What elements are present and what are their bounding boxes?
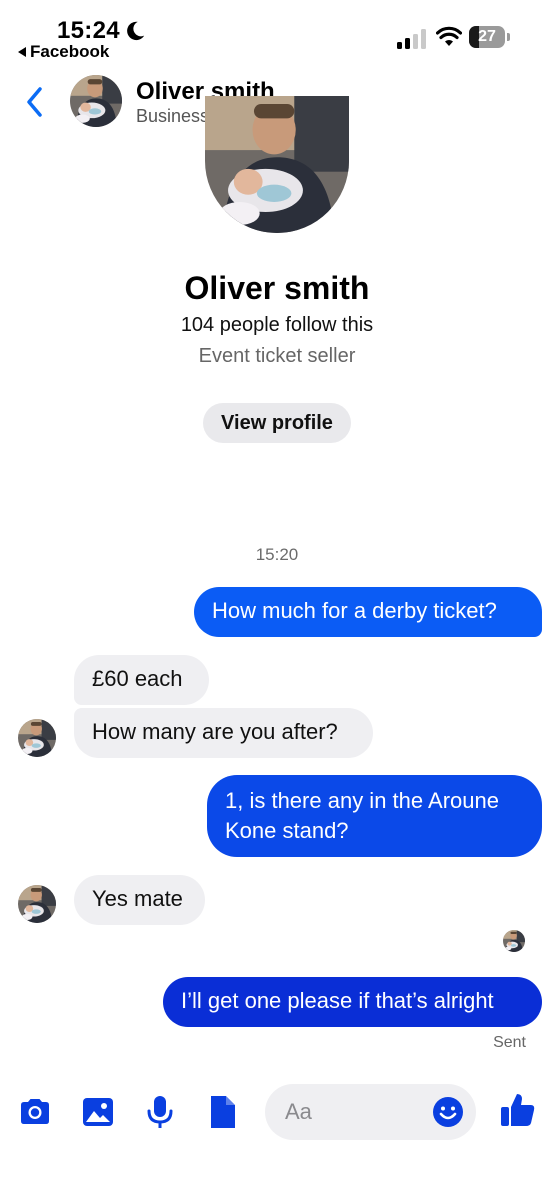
message-input-container[interactable]: [265, 1084, 476, 1140]
read-receipt-photo: [503, 930, 525, 952]
message-incoming[interactable]: How many are you after?: [74, 708, 373, 758]
home-indicator-area: [0, 1160, 554, 1200]
camera-icon[interactable]: [17, 1094, 53, 1130]
battery-cap: [507, 33, 510, 41]
thread-timestamp: 15:20: [255, 545, 299, 564]
battery-icon: 27: [469, 26, 511, 48]
profile-photo[interactable]: [205, 96, 349, 233]
avatar-photo: [70, 75, 122, 127]
read-receipt-avatar: [503, 930, 525, 952]
profile-followers: 104 people follow this: [180, 314, 374, 336]
message-incoming[interactable]: Yes mate: [74, 875, 205, 925]
back-app-label: Facebook: [30, 42, 110, 61]
signal-icon: [397, 29, 426, 49]
microphone-icon[interactable]: [142, 1094, 178, 1130]
document-icon[interactable]: [205, 1094, 241, 1130]
emoji-icon[interactable]: [432, 1096, 464, 1128]
sender-avatar-photo: [18, 719, 56, 757]
message-input[interactable]: [285, 1098, 425, 1126]
profile-description: Event ticket seller: [198, 345, 356, 367]
back-chevron-icon[interactable]: [22, 84, 48, 120]
header-avatar[interactable]: [70, 75, 122, 127]
battery-level: 27: [478, 28, 496, 45]
view-profile-button[interactable]: View profile: [203, 403, 351, 443]
back-triangle-icon: [18, 47, 26, 57]
message-outgoing[interactable]: 1, is there any in the Aroune Kone stand…: [207, 775, 542, 857]
wifi-icon: [436, 26, 462, 46]
profile-name: Oliver smith: [184, 270, 370, 306]
message-incoming[interactable]: £60 each: [74, 655, 209, 705]
status-time: 15:24: [57, 17, 120, 44]
message-outgoing[interactable]: How much for a derby ticket?: [194, 587, 542, 637]
sender-avatar-photo: [18, 885, 56, 923]
sender-avatar[interactable]: [18, 885, 56, 923]
sender-avatar[interactable]: [18, 719, 56, 757]
message-outgoing[interactable]: I’ll get one please if that’s alright: [163, 977, 542, 1027]
sent-status: Sent: [493, 1034, 526, 1051]
profile-photo-image: [205, 96, 349, 233]
gallery-icon[interactable]: [80, 1094, 116, 1130]
message-composer: [0, 1080, 554, 1150]
thumbs-up-icon[interactable]: [498, 1090, 538, 1130]
status-bar: 15:24 Facebook 27: [0, 0, 554, 64]
back-to-app-link[interactable]: Facebook: [18, 42, 109, 62]
battery-body: 27: [469, 26, 505, 48]
moon-icon: [127, 21, 145, 41]
